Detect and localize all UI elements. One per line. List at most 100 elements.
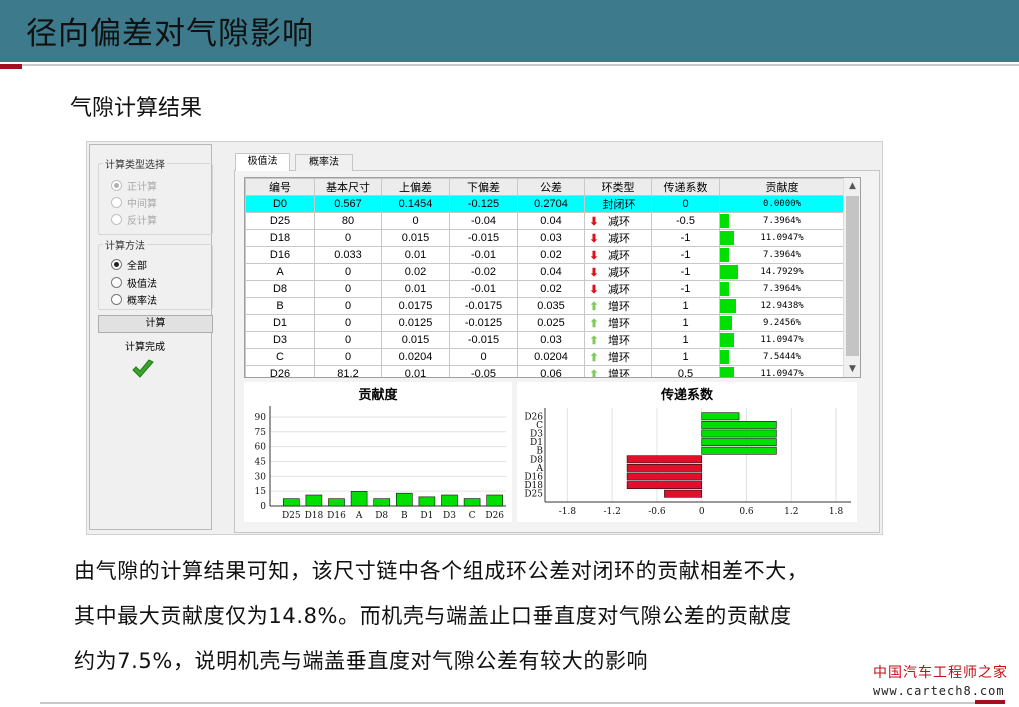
cell-ring: ⬆ 增环 [584,297,652,315]
table-row[interactable]: D1 0 0.0125 -0.0125 0.025 ⬆ 增环 1 9.2456% [245,314,845,332]
x-tick-label: C [469,511,476,521]
bar [373,498,390,507]
arrow-down-icon: ⬇ [589,233,599,245]
cell-basic: 80 [314,212,382,230]
contribution-chart-title: 贡献度 [358,388,398,403]
cell-tol: 0.0204 [517,348,585,366]
column-header[interactable]: 编号 [245,178,315,196]
scroll-thumb[interactable] [846,196,859,356]
y-tick-label: C [536,421,543,431]
column-header[interactable]: 下偏差 [449,178,518,196]
cell-tol: 0.025 [517,314,585,332]
column-header[interactable]: 基本尺寸 [314,178,382,196]
cell-contribution: 14.7929% [719,263,845,281]
bar [701,412,740,421]
paragraph-line-2: 其中最大贡献度仅为14.8%。而机壳与端盖止口垂直度对气隙公差的贡献度 [74,604,792,628]
table-row[interactable]: D26 81.2 0.01 -0.05 0.06 ⬆ 增环 0.5 11.0947% [245,365,845,377]
x-tick-label: 0 [699,507,705,517]
table-row[interactable]: D25 80 0 -0.04 0.04 ⬇ 减环 -0.5 7.3964% [245,212,845,230]
y-tick-label: B [536,447,543,457]
cell-coef: 1 [651,331,720,349]
cell-basic: 0 [314,297,382,315]
contribution-value: 12.9438% [760,301,804,311]
cell-upper: 0.0125 [381,314,450,332]
cell-tol: 0.03 [517,331,585,349]
radio-forward-calc[interactable]: 正计算 [111,178,157,193]
cell-coef: -1 [651,229,720,247]
tab-extreme[interactable]: 极值法 [235,153,290,171]
column-header[interactable]: 贡献度 [719,178,845,196]
radio-reverse-calc[interactable]: 反计算 [111,212,157,227]
ring-type-label: 增环 [608,318,630,330]
cell-id: D25 [245,212,315,230]
y-tick-label: D18 [524,481,543,491]
column-header[interactable]: 公差 [517,178,585,196]
table-scrollbar[interactable]: ▲ ▼ [843,178,860,377]
column-header[interactable]: 传递系数 [651,178,720,196]
radio-all[interactable]: 全部 [111,257,147,272]
cell-coef: 0 [651,195,720,213]
cell-upper: 0.01 [381,280,450,298]
scroll-down-icon[interactable]: ▼ [844,361,860,377]
cell-basic: 0.567 [314,195,382,213]
x-tick-label: 1.8 [829,507,844,517]
ring-type-label: 增环 [608,335,630,347]
cell-ring: ⬇ 减环 [584,263,652,281]
radio-extreme[interactable]: 极值法 [111,275,157,290]
table-row[interactable]: D18 0 0.015 -0.015 0.03 ⬇ 减环 -1 11.0947% [245,229,845,247]
cell-lower: -0.0125 [449,314,518,332]
contribution-value: 11.0947% [760,233,804,243]
radio-probability[interactable]: 概率法 [111,292,157,307]
table-row[interactable]: B 0 0.0175 -0.0175 0.035 ⬆ 增环 1 12.9438% [245,297,845,315]
calc-type-title: 计算类型选择 [103,156,167,171]
x-tick-label: D18 [305,511,324,521]
y-tick-label: D1 [530,438,543,448]
cell-ring: ⬆ 增环 [584,348,652,366]
calculate-button[interactable]: 计算 [98,315,213,333]
bar [463,498,481,507]
cell-lower: -0.01 [449,246,518,264]
tab-probability[interactable]: 概率法 [295,154,353,171]
cell-upper: 0.015 [381,229,450,247]
radio-icon [111,277,122,288]
radio-middle-calc[interactable]: 中间算 [111,195,157,210]
cell-tol: 0.2704 [517,195,585,213]
cell-lower: 0 [449,348,518,366]
column-header[interactable]: 环类型 [584,178,652,196]
cell-id: D0 [245,195,315,213]
cell-contribution: 12.9438% [719,297,845,315]
cell-coef: -1 [651,246,720,264]
bar [418,496,436,507]
coefficient-chart-title: 传递系数 [660,388,713,403]
x-tick-label: 1.2 [784,507,798,517]
y-tick-label: D26 [524,412,543,422]
contribution-value: 7.3964% [763,216,801,226]
cell-id: D1 [245,314,315,332]
cell-id: C [245,348,315,366]
radio-icon [111,214,122,225]
radio-icon [111,294,122,305]
bar [486,494,503,507]
title-bar: 径向偏差对气隙影响 [0,0,1019,62]
table-row[interactable]: D0 0.567 0.1454 -0.125 0.2704 封闭环 0 0.0000% [245,195,845,213]
bar [328,498,345,507]
contribution-value: 0.0000% [763,199,801,209]
arrow-up-icon: ⬆ [589,301,599,313]
table-row[interactable]: D8 0 0.01 -0.01 0.02 ⬇ 减环 -1 7.3964% [245,280,845,298]
coefficient-chart-svg: -1.8 -1.2 -0.6 0 0.6 1.2 1.8 D25D18D16AD8BD1D3C… [524,408,851,517]
cell-coef: 1 [651,297,720,315]
table-row[interactable]: D16 0.033 0.01 -0.01 0.02 ⬇ 减环 -1 7.3964% [245,246,845,264]
bottom-divider [40,702,1000,704]
table-row[interactable]: A 0 0.02 -0.02 0.04 ⬇ 减环 -1 14.7929% [245,263,845,281]
bar [626,472,703,481]
arrow-down-icon: ⬇ [589,267,599,279]
table-row[interactable]: C 0 0.0204 0 0.0204 ⬆ 增环 1 7.5444% [245,348,845,366]
table-row[interactable]: D3 0 0.015 -0.015 0.03 ⬆ 增环 1 11.0947% [245,331,845,349]
cell-coef: 1 [651,314,720,332]
y-tick-label: D3 [530,430,543,440]
bar [701,446,777,455]
column-header[interactable]: 上偏差 [381,178,450,196]
cell-upper: 0.02 [381,263,450,281]
cell-id: D18 [245,229,315,247]
scroll-up-icon[interactable]: ▲ [844,178,860,194]
